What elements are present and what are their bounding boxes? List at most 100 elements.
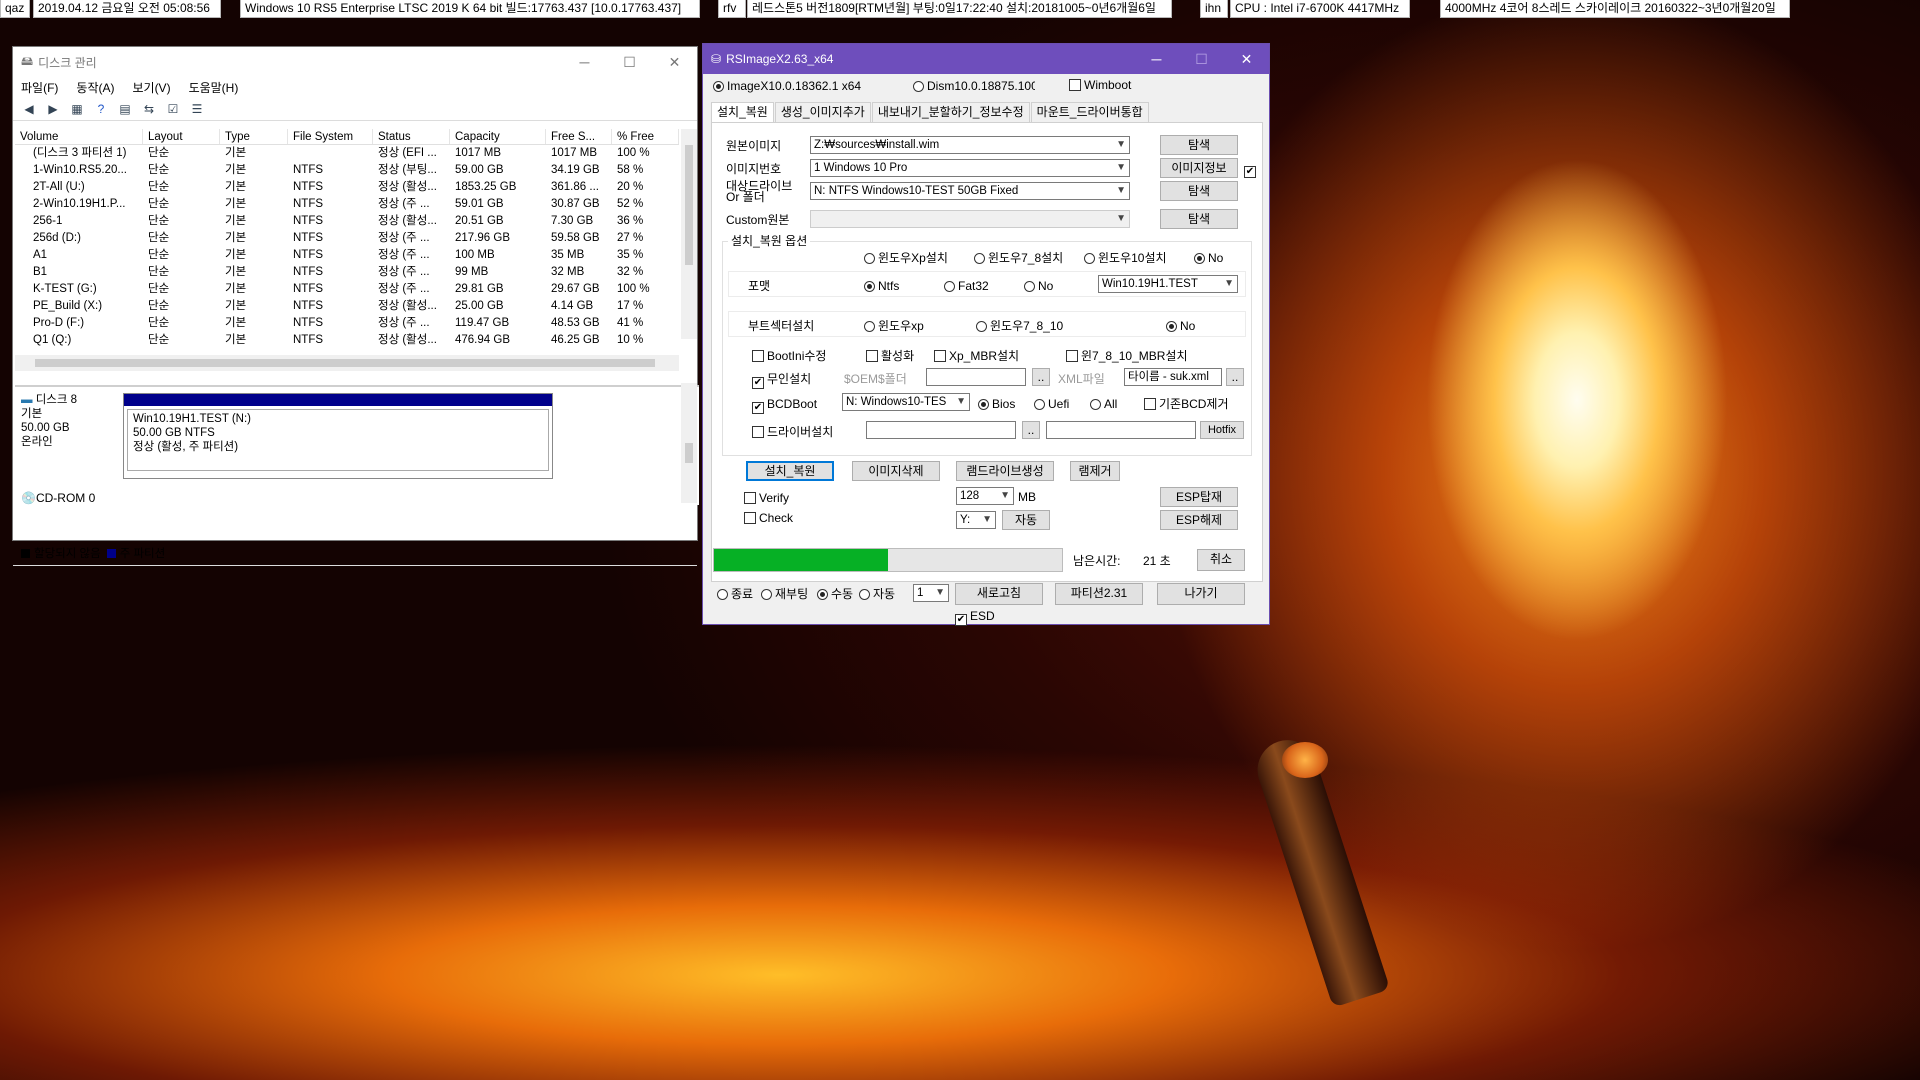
chk-verify-row[interactable]: Verify <box>744 491 789 505</box>
rescan-icon[interactable]: ⇆ <box>139 100 159 118</box>
chk-check-row[interactable]: Check <box>744 511 793 525</box>
dm-titlebar[interactable]: 🖴 디스크 관리 ─ ☐ ✕ <box>13 47 697 77</box>
table-row[interactable]: 2-Win10.19H1.P... 단순 기본 NTFS 정상 (주 ... 59.01 … <box>15 196 679 213</box>
radio-all[interactable] <box>1090 399 1101 410</box>
disk8-partition[interactable]: Win10.19H1.TEST (N:) 50.00 GB NTFS 정상 (활… <box>123 393 553 479</box>
partition-button[interactable]: 파티션2.31 <box>1055 583 1143 605</box>
chk-check[interactable] <box>744 512 756 524</box>
fmt-ntfs[interactable]: Ntfs <box>864 279 899 293</box>
table-row[interactable]: 256d (D:) 단순 기본 NTFS 정상 (주 ... 217.96 GB 59.58… <box>15 230 679 247</box>
reboot-count-combo[interactable]: 1 ▼ <box>913 584 949 602</box>
os-xp[interactable]: 윈도우Xp설치 <box>864 251 948 265</box>
browse-custom-button[interactable]: 탐색 <box>1160 209 1238 229</box>
refresh-button[interactable]: 새로고침 <box>955 583 1043 605</box>
chk-image-info[interactable]: ✔ <box>1244 166 1256 178</box>
image-index-combo[interactable]: 1 Windows 10 Pro ▼ <box>810 159 1130 177</box>
ram-remove-button[interactable]: 램제거 <box>1070 461 1120 481</box>
esp-mount-button[interactable]: ESP탑재 <box>1160 487 1238 507</box>
table-row[interactable]: K-TEST (G:) 단순 기본 NTFS 정상 (주 ... 29.81 GB 29.6… <box>15 281 679 298</box>
col-layout[interactable]: Layout <box>143 129 220 144</box>
tab-mount[interactable]: 마운트_드라이버통합 <box>1030 102 1149 122</box>
radio-shutdown[interactable] <box>717 589 728 600</box>
fmt-no[interactable]: No <box>1024 279 1053 293</box>
boot-no[interactable]: No <box>1166 319 1195 333</box>
table-row[interactable]: (디스크 3 파티션 1) 단순 기본 정상 (EFI ... 1017 MB 1017 … <box>15 145 679 162</box>
tab-create[interactable]: 생성_이미지추가 <box>774 102 871 122</box>
radio-uefi[interactable] <box>1034 399 1045 410</box>
rs-minimize-icon[interactable]: ─ <box>1134 44 1179 74</box>
radio-boot-7810[interactable] <box>976 321 987 332</box>
os-7-8[interactable]: 윈도우7_8설치 <box>974 251 1063 265</box>
radio-fat32[interactable] <box>944 281 955 292</box>
target-drive-combo[interactable]: N: NTFS Windows10-TEST 50GB Fixed ▼ <box>810 182 1130 200</box>
properties-icon[interactable]: ▤ <box>115 100 135 118</box>
chk-unattend[interactable]: ✔ <box>752 377 764 389</box>
volume-scrollbar[interactable] <box>681 129 697 339</box>
install-restore-button[interactable]: 설치_복원 <box>746 461 834 481</box>
os-10[interactable]: 윈도우10설치 <box>1084 251 1167 265</box>
table-row[interactable]: 256-1 단순 기본 NTFS 정상 (활성... 20.51 GB 7.30 GB 36 … <box>15 213 679 230</box>
ramdrive-button[interactable]: 램드라이브생성 <box>956 461 1054 481</box>
auto-button[interactable]: 자동 <box>1002 510 1050 530</box>
bcd-uefi[interactable]: Uefi <box>1034 397 1069 411</box>
col-pctfree[interactable]: % Free <box>612 129 679 144</box>
wimboot-check[interactable]: Wimboot <box>1069 78 1131 92</box>
end-shutdown[interactable]: 종료 <box>717 587 753 601</box>
radio-manual[interactable] <box>817 589 828 600</box>
chk-esd[interactable]: ✔ <box>955 614 967 626</box>
radio-imagex[interactable] <box>713 81 724 92</box>
hotfix-button[interactable]: Hotfix <box>1200 421 1244 439</box>
radio-dism[interactable] <box>913 81 924 92</box>
close-icon[interactable]: ✕ <box>652 47 697 77</box>
disk-scroll-thumb[interactable] <box>685 443 693 463</box>
opt-dism[interactable]: Dism10.0.18875.1000 x64 <box>913 79 1035 93</box>
col-free[interactable]: Free S... <box>546 129 612 144</box>
chk-removebcd[interactable] <box>1144 398 1156 410</box>
image-info-button[interactable]: 이미지정보 <box>1160 158 1238 178</box>
oem-browse-button[interactable]: .. <box>1032 368 1050 386</box>
table-row[interactable]: 1-Win10.RS5.20... 단순 기본 NTFS 정상 (부팅... 59.00 … <box>15 162 679 179</box>
boot-7810[interactable]: 윈도우7_8_10 <box>976 319 1063 333</box>
volume-label-combo[interactable]: Win10.19H1.TEST ▼ <box>1098 275 1238 293</box>
chk-bcdboot[interactable]: ✔ <box>752 402 764 414</box>
esp-unmount-button[interactable]: ESP해제 <box>1160 510 1238 530</box>
browse-source-button[interactable]: 탐색 <box>1160 135 1238 155</box>
chk-unattend-row[interactable]: ✔ 무인설치 <box>752 372 811 389</box>
chk-bootini[interactable] <box>752 350 764 362</box>
bcd-bios[interactable]: Bios <box>978 397 1015 411</box>
table-row[interactable]: B1 단순 기본 NTFS 정상 (주 ... 99 MB 32 MB 32 % <box>15 264 679 281</box>
volume-hscrollbar[interactable] <box>15 355 679 371</box>
radio-fmt-no[interactable] <box>1024 281 1035 292</box>
rs-close-icon[interactable]: ✕ <box>1224 44 1269 74</box>
driver-browse-button[interactable]: .. <box>1022 421 1040 439</box>
drive-letter-combo[interactable]: Y: ▼ <box>956 511 996 529</box>
end-auto[interactable]: 자동 <box>859 587 895 601</box>
radio-os-78[interactable] <box>974 253 985 264</box>
radio-auto[interactable] <box>859 589 870 600</box>
disk-scrollbar[interactable] <box>681 383 697 503</box>
disk8-label[interactable]: ▬ 디스크 8 기본 50.00 GB 온라인 <box>21 393 121 449</box>
chk-bootini-row[interactable]: BootIni수정 <box>752 349 826 363</box>
radio-os-xp[interactable] <box>864 253 875 264</box>
table-row[interactable]: A1 단순 기본 NTFS 정상 (주 ... 100 MB 35 MB 35 % <box>15 247 679 264</box>
table-row[interactable]: 2T-All (U:) 단순 기본 NTFS 정상 (활성... 1853.25 GB 36… <box>15 179 679 196</box>
opt-imagex[interactable]: ImageX10.0.18362.1 x64 <box>713 79 861 93</box>
rs-maximize-icon[interactable]: ☐ <box>1179 44 1224 74</box>
radio-boot-xp[interactable] <box>864 321 875 332</box>
cancel-button[interactable]: 취소 <box>1197 549 1245 571</box>
chk-win7mbr[interactable] <box>1066 350 1078 362</box>
forward-icon[interactable]: ▶ <box>43 100 63 118</box>
chk-esd-row[interactable]: ✔ ESD <box>955 609 995 626</box>
tab-install[interactable]: 설치_복원 <box>711 102 774 122</box>
radio-ntfs[interactable] <box>864 281 875 292</box>
bcd-target-combo[interactable]: N: Windows10-TES ▼ <box>842 393 970 411</box>
menu-action[interactable]: 동작(A) <box>76 79 114 96</box>
driver-path-input[interactable] <box>866 421 1016 439</box>
list-icon[interactable]: ☰ <box>187 100 207 118</box>
hotfix-path-input[interactable] <box>1046 421 1196 439</box>
col-type[interactable]: Type <box>220 129 288 144</box>
boot-xp[interactable]: 윈도우xp <box>864 319 924 333</box>
col-volume[interactable]: Volume <box>15 129 143 144</box>
col-status[interactable]: Status <box>373 129 450 144</box>
volume-scroll-thumb[interactable] <box>685 145 693 265</box>
